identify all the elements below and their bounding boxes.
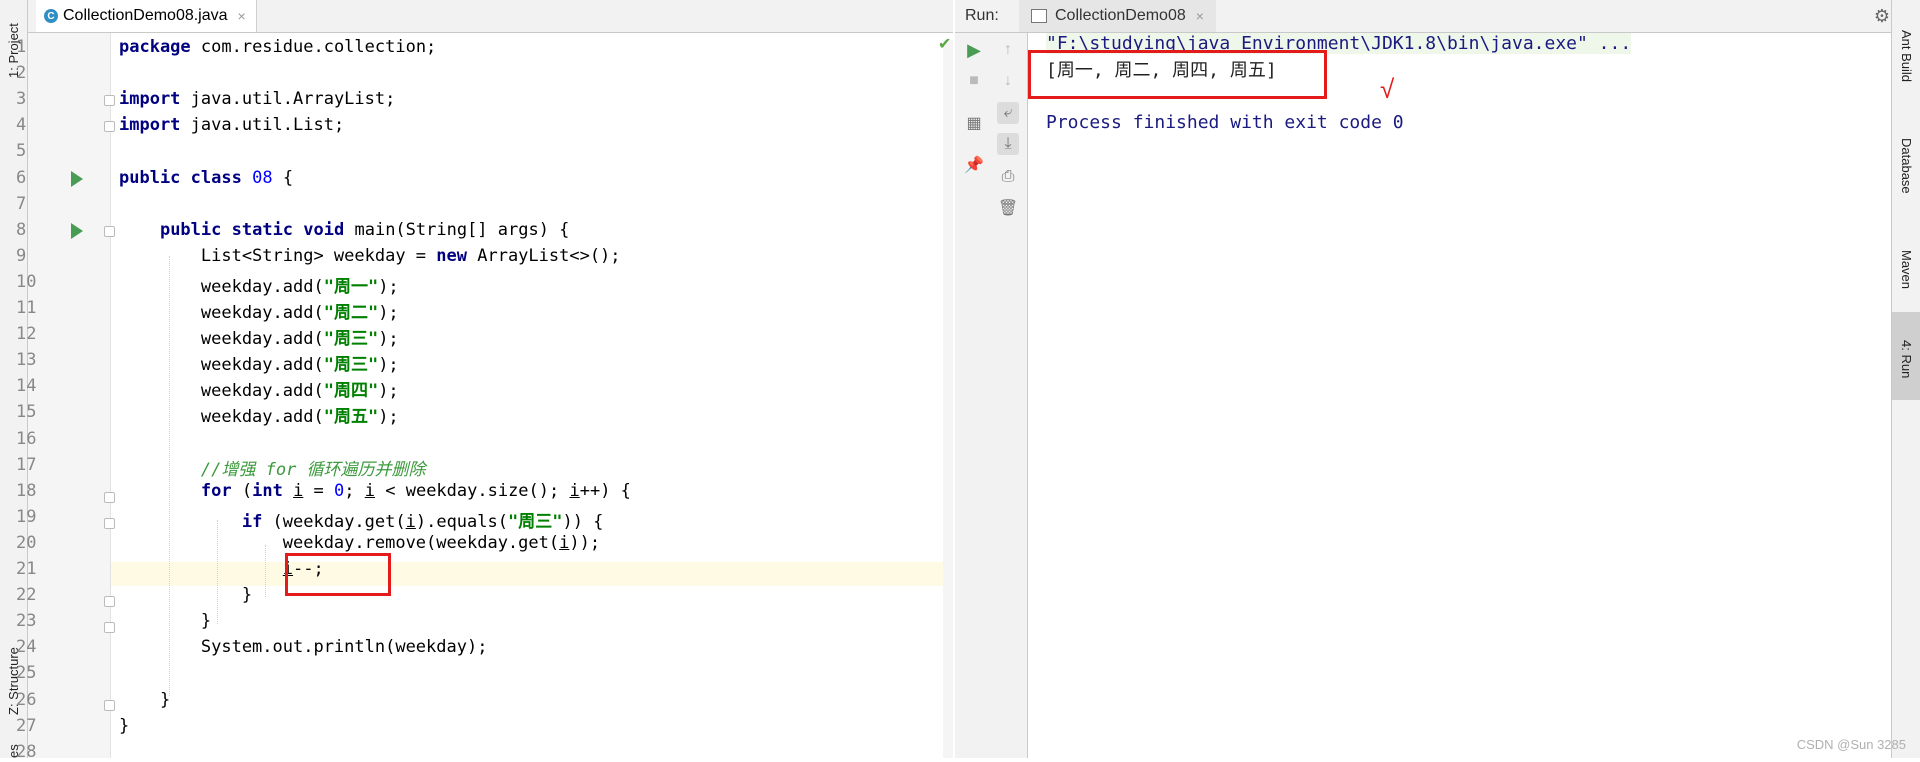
line-number: 22 (16, 585, 37, 606)
code-line[interactable]: weekday.remove(weekday.get(i)); (119, 533, 600, 553)
rerun-icon[interactable]: ▶ (963, 39, 985, 61)
soft-wrap-icon[interactable]: ⤶ (997, 102, 1019, 124)
run-tab-title: CollectionDemo08 (1055, 7, 1186, 24)
pin-icon[interactable]: 📌 (963, 154, 985, 176)
scroll-to-end-icon[interactable]: ⤓ (997, 133, 1019, 155)
line-number: 7 (16, 193, 27, 214)
fold-for-icon[interactable] (104, 492, 115, 503)
ant-build-tool-tab[interactable]: Ant Build (1899, 30, 1914, 82)
line-number: 27 (16, 715, 37, 736)
line-number: 11 (16, 298, 37, 318)
line-number: 15 (16, 402, 37, 423)
console-exit-line: Process finished with exit code 0 (1046, 112, 1404, 133)
line-number: 1 (16, 37, 27, 57)
code-line[interactable]: weekday.add("周二"); (119, 298, 399, 323)
line-number: 9 (16, 245, 27, 266)
console-tab-icon (1031, 9, 1047, 23)
code-line[interactable]: public static void main(String[] args) { (119, 220, 569, 240)
line-number: 16 (16, 428, 37, 449)
fold-for-end-icon[interactable] (104, 622, 115, 633)
database-tool-tab[interactable]: Database (1899, 138, 1914, 194)
editor-tab-bar: C CollectionDemo08.java × (28, 0, 953, 33)
code-line[interactable]: import java.util.ArrayList; (119, 89, 395, 109)
print-icon[interactable]: ⎙ (997, 166, 1019, 188)
code-line[interactable]: import java.util.List; (119, 115, 344, 135)
indent-guide (265, 545, 266, 597)
line-number: 2 (16, 63, 27, 84)
run-config-tab[interactable]: CollectionDemo08 × (1019, 0, 1216, 32)
class-c-icon: C (44, 9, 58, 23)
run-class-icon[interactable] (71, 171, 83, 187)
line-number: 17 (16, 454, 37, 475)
code-line[interactable]: System.out.println(weekday); (119, 637, 488, 657)
fold-import-end-icon[interactable] (104, 121, 115, 132)
code-line[interactable]: } (119, 585, 252, 605)
maven-tool-tab[interactable]: Maven (1899, 250, 1914, 289)
run-panel-label: Run: (965, 7, 999, 24)
code-line[interactable]: if (weekday.get(i).equals("周三")) { (119, 507, 604, 532)
line-number: 3 (16, 89, 27, 110)
code-line[interactable]: package com.residue.collection; (119, 37, 436, 57)
stop-icon[interactable]: ■ (963, 70, 985, 92)
line-number: 8 (16, 219, 27, 240)
annotation-box-output (1028, 50, 1327, 99)
fold-main-end-icon[interactable] (104, 700, 115, 711)
line-number: 23 (16, 611, 37, 632)
code-line[interactable]: weekday.add("周三"); (119, 350, 399, 375)
watermark-text: CSDN @Sun 3285 (1796, 737, 1906, 752)
editor-file-tab[interactable]: C CollectionDemo08.java × (36, 0, 257, 32)
code-line[interactable]: public class 08 { (119, 168, 293, 188)
run-panel-header: Run: CollectionDemo08 × ⚙ — (955, 0, 1920, 33)
console-output[interactable]: "F:\studying\java Environment\JDK1.8\bin… (1028, 33, 1890, 758)
settings-gear-icon[interactable]: ⚙ (1874, 6, 1890, 27)
annotation-box-decrement (285, 553, 391, 596)
run-tool-tab-label: 4: Run (1899, 340, 1914, 379)
fold-if-icon[interactable] (104, 518, 115, 529)
code-line[interactable]: } (119, 690, 170, 710)
indent-guide (169, 256, 170, 696)
code-line[interactable]: weekday.add("周一"); (119, 272, 399, 297)
code-line[interactable]: } (119, 611, 211, 631)
line-number: 13 (16, 350, 37, 371)
line-number: 5 (16, 141, 27, 162)
trash-icon[interactable]: 🗑 (997, 197, 1019, 219)
indent-guide (217, 520, 218, 624)
down-arrow-icon[interactable]: ↓ (997, 70, 1019, 92)
editor-scrollbar[interactable] (943, 40, 953, 758)
line-number: 21 (16, 559, 37, 579)
up-arrow-icon[interactable]: ↑ (997, 39, 1019, 61)
run-tool-tab-active[interactable]: 4: Run (1892, 312, 1920, 400)
line-number: 19 (16, 506, 37, 527)
fold-import-icon[interactable] (104, 95, 115, 106)
fold-if-end-icon[interactable] (104, 596, 115, 607)
line-number: 28 (16, 741, 37, 762)
line-number: 10 (16, 271, 37, 292)
line-number: 26 (16, 689, 37, 710)
line-number: 24 (16, 637, 37, 658)
line-number: 12 (16, 324, 37, 345)
line-number: 6 (16, 167, 27, 188)
code-line[interactable]: weekday.add("周三"); (119, 324, 399, 349)
code-line[interactable]: for (int i = 0; i < weekday.size(); i++)… (119, 481, 631, 501)
inspection-ok-icon[interactable]: ✔ (938, 34, 951, 54)
line-number: 25 (16, 663, 37, 684)
code-line[interactable]: //增强 for 循环遍历并删除 (119, 455, 426, 480)
close-tab-icon[interactable]: × (238, 8, 246, 24)
code-line[interactable]: } (119, 716, 129, 736)
layout-icon[interactable]: ▦ (963, 112, 985, 134)
line-number: 18 (16, 480, 37, 501)
run-toolbar: ▶ ■ ▦ 📌 ↑ ↓ ⤶ ⤓ ⎙ 🗑 (955, 33, 1028, 758)
file-tab-name: CollectionDemo08.java (63, 7, 228, 24)
code-line[interactable]: weekday.add("周四"); (119, 376, 399, 401)
run-main-icon[interactable] (71, 223, 83, 239)
close-run-tab-icon[interactable]: × (1196, 8, 1204, 24)
line-number: 20 (16, 532, 37, 553)
code-line[interactable]: List<String> weekday = new ArrayList<>()… (119, 246, 621, 266)
line-number: 14 (16, 376, 37, 397)
code-line[interactable]: weekday.add("周五"); (119, 402, 399, 427)
line-number: 4 (16, 115, 27, 136)
fold-main-icon[interactable] (104, 226, 115, 237)
annotation-check-mark: √ (1380, 74, 1395, 104)
